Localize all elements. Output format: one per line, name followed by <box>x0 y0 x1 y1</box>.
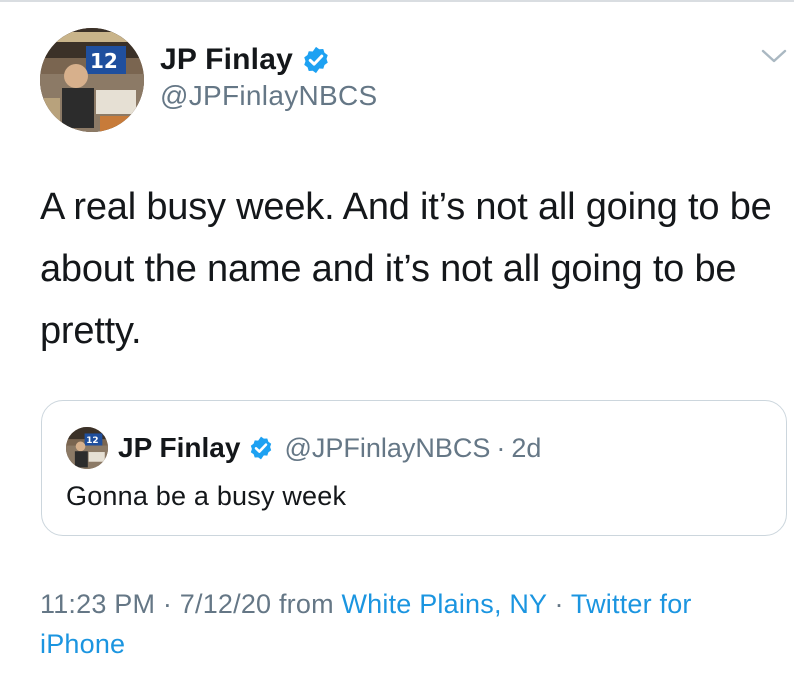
tweet-text: A real busy week. And it’s not all going… <box>40 186 772 352</box>
quoted-display-name[interactable]: JP Finlay <box>118 432 240 464</box>
from-label: from <box>278 589 334 619</box>
quoted-tweet-text: Gonna be a busy week <box>66 481 347 511</box>
tweet-meta: 11:23 PM · 7/12/20 from White Plains, NY… <box>40 584 780 664</box>
author-display-name[interactable]: JP Finlay <box>160 43 293 77</box>
location-link[interactable]: White Plains, NY <box>341 589 546 619</box>
profile-photo-icon: 12 <box>40 28 144 132</box>
tweet-date[interactable]: 7/12/20 <box>180 589 271 619</box>
quoted-separator: · <box>496 432 506 463</box>
top-divider <box>0 0 794 2</box>
svg-text:12: 12 <box>86 436 98 446</box>
quoted-timestamp[interactable]: 2d <box>511 433 541 464</box>
quoted-author-avatar[interactable]: 12 <box>66 427 108 469</box>
meta-separator: · <box>554 589 564 619</box>
verified-badge-icon <box>251 436 272 460</box>
author-avatar[interactable]: 12 <box>40 28 144 132</box>
meta-separator: · <box>162 589 173 619</box>
author-handle[interactable]: @JPFinlayNBCS <box>160 80 377 112</box>
quoted-handle[interactable]: @JPFinlayNBCS <box>284 433 490 464</box>
profile-photo-icon: 12 <box>66 427 108 469</box>
chevron-down-icon[interactable] <box>760 46 788 66</box>
tweet-time[interactable]: 11:23 PM <box>40 589 155 619</box>
svg-text:12: 12 <box>90 49 118 73</box>
quoted-tweet-card[interactable]: 12 JP Finlay @JPFinlayNBCS · 2d Gonna be… <box>41 400 787 536</box>
verified-badge-icon <box>304 46 328 74</box>
